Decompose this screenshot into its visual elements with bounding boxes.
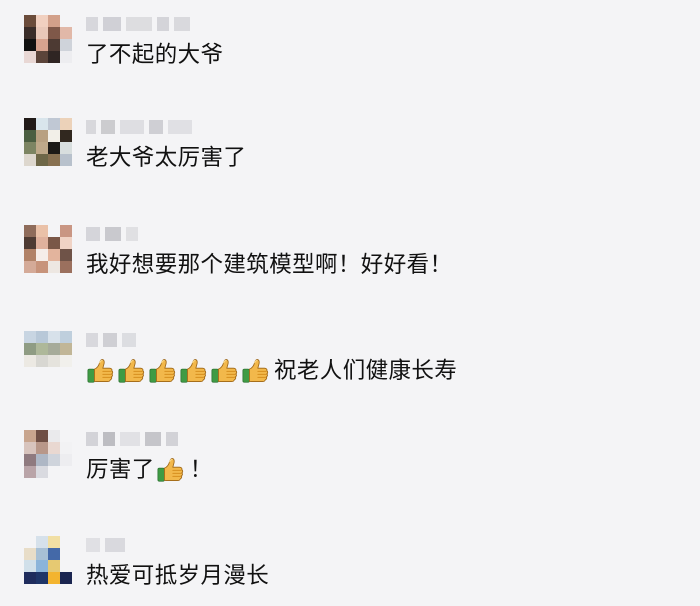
comment-list: 了不起的大爷 老大爷太厉害了 我好想要那个建筑模型啊！好好看！ 祝老人们健康长寿… — [0, 0, 700, 606]
thumbs-up-icon — [241, 356, 271, 386]
comment-text: 老大爷太厉害了 — [86, 145, 247, 171]
avatar[interactable] — [24, 118, 72, 166]
comment-text: 我好想要那个建筑模型啊！好好看！ — [86, 252, 453, 278]
avatar[interactable] — [24, 15, 72, 63]
thumbs-up-icon — [156, 455, 186, 485]
comment-text-before-emoji: 厉害了 — [86, 457, 155, 483]
username-blurred[interactable] — [86, 225, 138, 243]
comment-item: 热爱可抵岁月漫长 — [0, 536, 700, 606]
avatar[interactable] — [24, 430, 72, 478]
thumbs-up-icon — [179, 356, 209, 386]
username-blurred[interactable] — [86, 536, 125, 554]
comment-item: 厉害了 ！ — [0, 430, 700, 500]
username-blurred[interactable] — [86, 430, 178, 448]
comment-text: 热爱可抵岁月漫长 — [86, 563, 270, 589]
comment-item: 了不起的大爷 — [0, 15, 700, 85]
username-blurred[interactable] — [86, 331, 136, 349]
username-blurred[interactable] — [86, 118, 192, 136]
comment-text-main: 祝老人们健康长寿 — [274, 358, 458, 384]
comment-item: 老大爷太厉害了 — [0, 118, 700, 188]
avatar[interactable] — [24, 331, 72, 379]
username-blurred[interactable] — [86, 15, 190, 33]
avatar[interactable] — [24, 225, 72, 273]
comment-item: 祝老人们健康长寿 — [0, 331, 700, 401]
comment-text: 了不起的大爷 — [86, 42, 224, 68]
comment-text: 厉害了 ！ — [86, 453, 213, 487]
comment-text: 祝老人们健康长寿 — [86, 354, 457, 388]
thumbs-up-icon — [86, 356, 116, 386]
thumbs-up-icon — [210, 356, 240, 386]
avatar[interactable] — [24, 536, 72, 584]
comment-text-after-emoji: ！ — [189, 457, 213, 483]
thumbs-up-icon — [148, 356, 178, 386]
comment-item: 我好想要那个建筑模型啊！好好看！ — [0, 225, 700, 295]
thumbs-up-icon — [117, 356, 147, 386]
thumbs-up-row — [86, 356, 272, 386]
